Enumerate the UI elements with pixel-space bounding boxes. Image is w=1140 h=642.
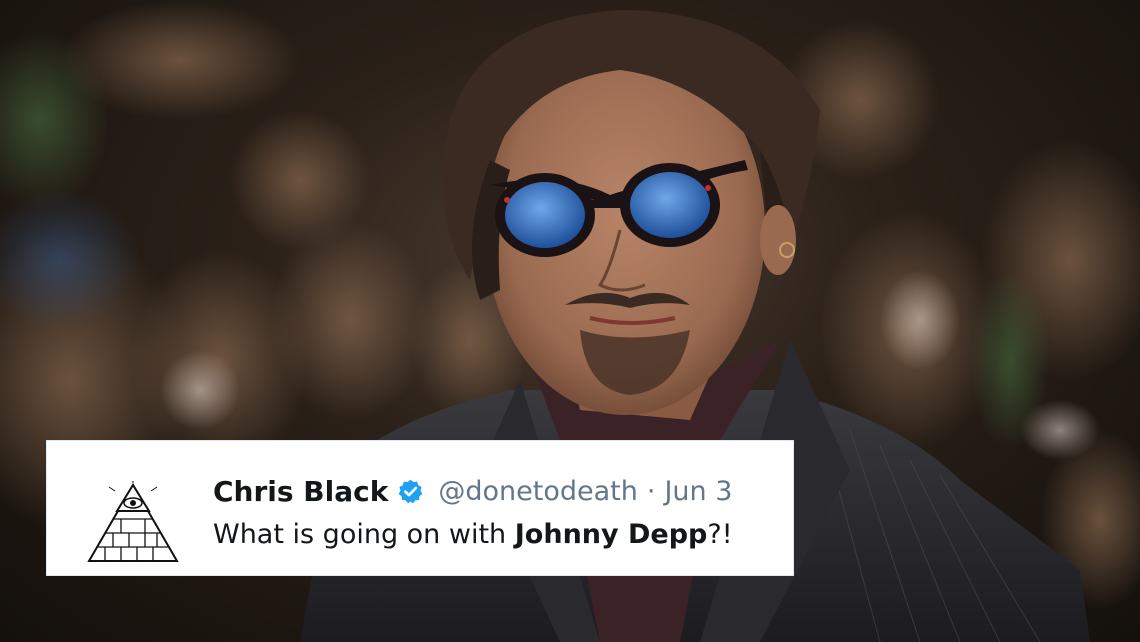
tweet-text-bold: Johnny Depp bbox=[514, 519, 708, 550]
photo-background: Chris Black @donetodeath · Jun 3 What is… bbox=[0, 0, 1140, 642]
tweet-text-end: ?! bbox=[707, 519, 733, 550]
tweet-date[interactable]: Jun 3 bbox=[664, 476, 732, 507]
tweet-text-start: What is going on with bbox=[213, 519, 515, 550]
verified-badge-icon bbox=[399, 479, 423, 503]
meta-separator: · bbox=[646, 475, 656, 507]
tweet-text: What is going on with Johnny Depp?! bbox=[213, 519, 733, 550]
tweet-header: Chris Black @donetodeath · Jun 3 bbox=[213, 471, 732, 511]
user-handle[interactable]: @donetodeath bbox=[438, 476, 637, 507]
pyramid-eye-icon[interactable] bbox=[85, 481, 181, 565]
tweet-card[interactable]: Chris Black @donetodeath · Jun 3 What is… bbox=[46, 440, 794, 576]
display-name[interactable]: Chris Black bbox=[213, 475, 388, 508]
